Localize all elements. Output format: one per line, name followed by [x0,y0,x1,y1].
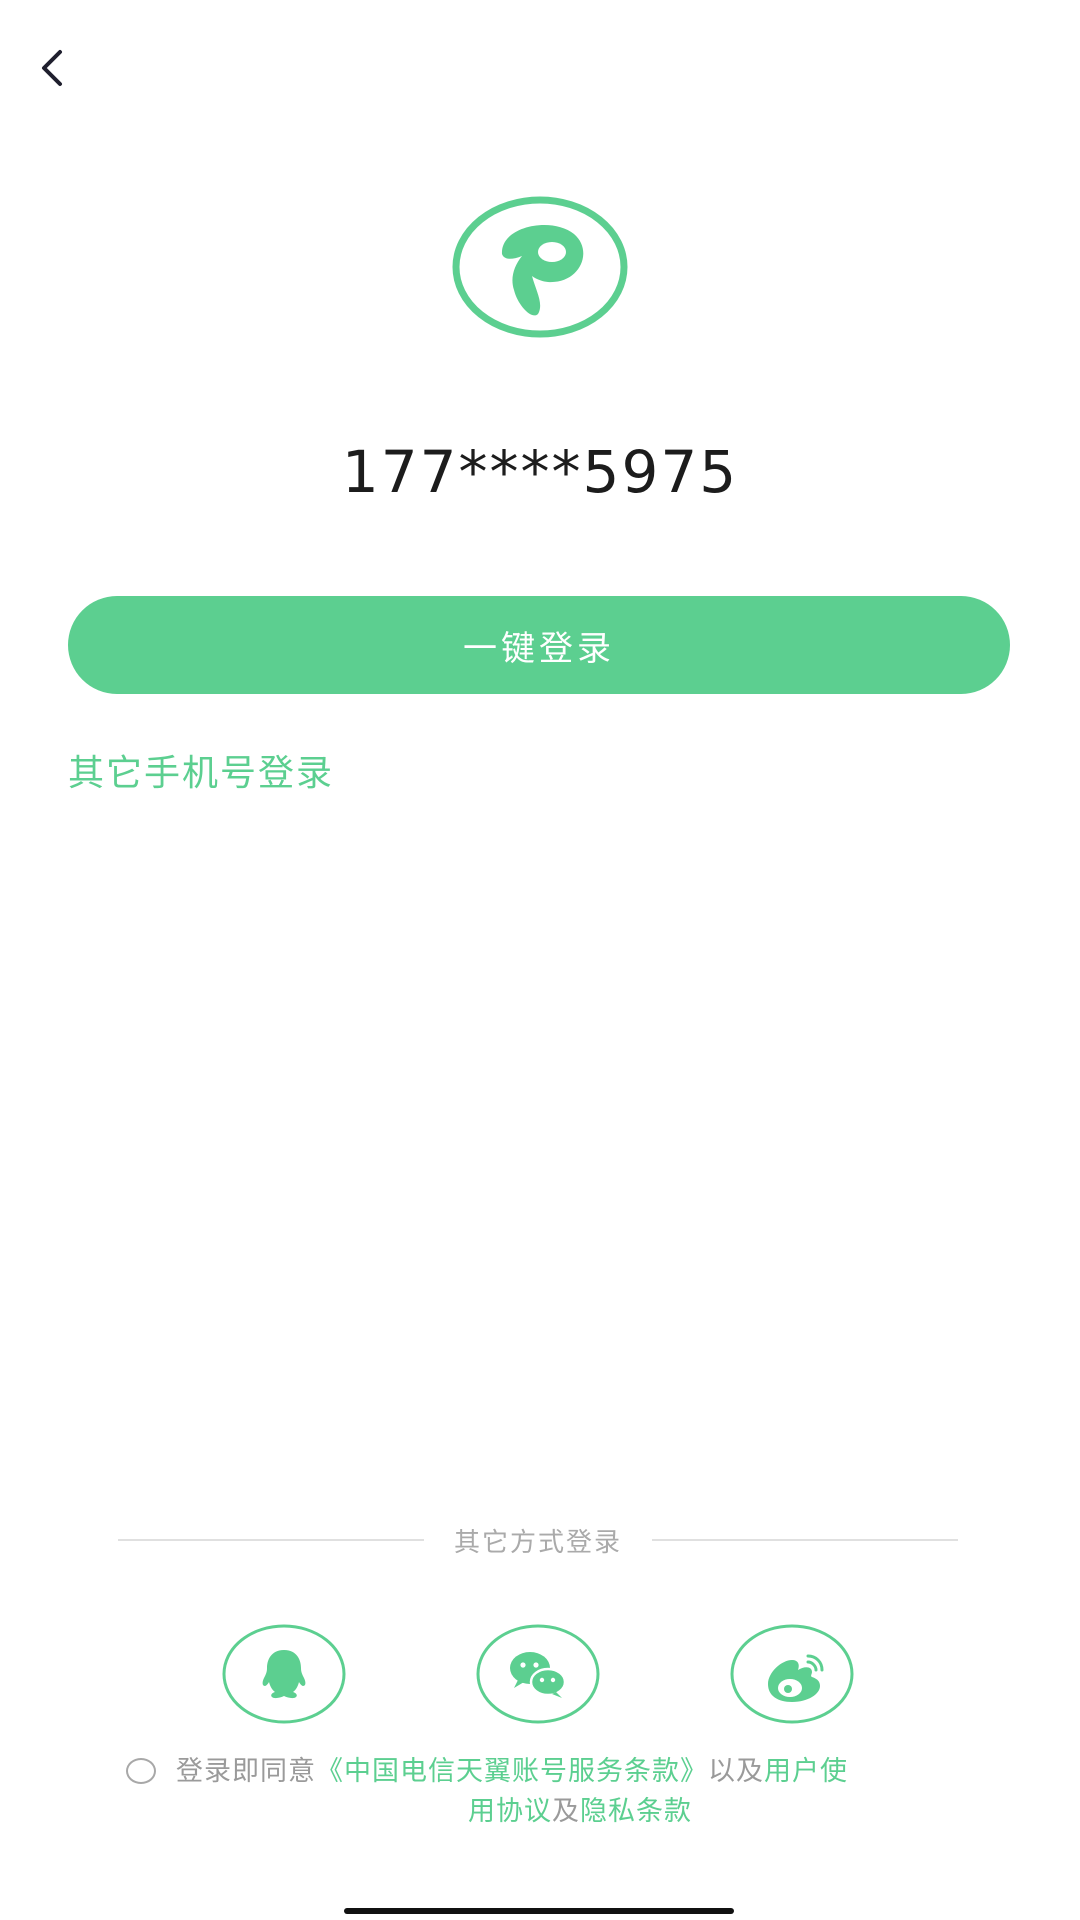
agreement-prefix: 登录即同意 [176,1756,316,1787]
other-phone-login-link[interactable]: 其它手机号登录 [68,744,334,796]
agreement-line-2: 用协议及隐私条款 [126,1792,986,1832]
alt-login-label: 其它方式登录 [454,1527,623,1558]
app-logo-p-icon [452,196,628,338]
agreement-and-2: 及 [552,1796,580,1827]
divider-line-left [118,1539,424,1541]
user-agreement-link-part2[interactable]: 用协议 [468,1796,552,1827]
weibo-icon [730,1624,854,1724]
agreement-and-1: 以及 [708,1756,764,1787]
qq-icon [222,1624,346,1724]
weibo-login-button[interactable] [730,1624,854,1724]
one-click-login-button[interactable]: 一键登录 [68,596,1010,694]
privacy-link[interactable]: 隐私条款 [580,1796,692,1827]
wechat-login-button[interactable] [476,1624,600,1724]
masked-phone-number: 177****5975 [341,438,739,506]
home-indicator [344,1908,734,1914]
user-agreement-link-part1[interactable]: 用户使 [764,1756,848,1787]
terms-link[interactable]: 《中国电信天翼账号服务条款》 [316,1756,708,1787]
agree-radio[interactable] [126,1758,156,1784]
wechat-icon [476,1624,600,1724]
agreement-line-1: 登录即同意《中国电信天翼账号服务条款》以及用户使 [176,1752,986,1792]
divider-line-right [652,1539,959,1541]
agreement-block: 登录即同意《中国电信天翼账号服务条款》以及用户使 用协议及隐私条款 [126,1752,986,1832]
chevron-left-icon [42,50,62,86]
qq-login-button[interactable] [222,1624,346,1724]
app-logo [452,196,628,338]
back-button[interactable] [30,44,78,92]
alt-login-divider: 其它方式登录 [118,1522,959,1558]
